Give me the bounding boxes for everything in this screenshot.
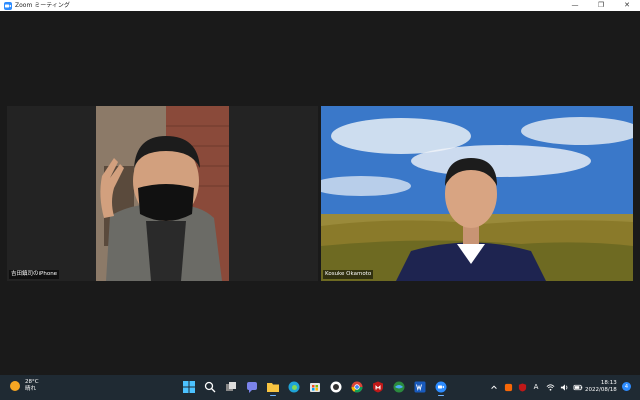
participant-tile-okamoto[interactable]: Kosuke Okamoto (321, 106, 633, 281)
volume-icon[interactable] (558, 381, 570, 393)
taskbar: 28°C 晴れ A 18:13 2022/08/18 4 (0, 375, 640, 400)
participant-video-okamoto (321, 106, 633, 281)
mcafee-icon[interactable] (369, 378, 387, 396)
weather-temp: 28°C (25, 379, 39, 385)
taskbar-apps (180, 378, 453, 396)
close-button[interactable]: ✕ (614, 0, 640, 11)
teams-chat-icon[interactable] (243, 378, 261, 396)
weather-condition: 晴れ (25, 386, 37, 392)
title-bar: Zoom ミーティング — ❐ ✕ (0, 0, 640, 11)
minimize-button[interactable]: — (562, 0, 588, 11)
word-icon[interactable] (411, 378, 429, 396)
maps-icon[interactable] (390, 378, 408, 396)
zoom-app-icon[interactable] (432, 378, 450, 396)
chevron-up-icon[interactable] (488, 381, 500, 393)
store-icon[interactable] (306, 378, 324, 396)
file-explorer-icon[interactable] (264, 378, 282, 396)
app-icon[interactable] (327, 378, 345, 396)
sun-icon (10, 381, 20, 391)
participant-video-yoshida (96, 106, 229, 281)
weather-widget[interactable]: 28°C 晴れ (10, 379, 39, 393)
participant-name-okamoto: Kosuke Okamoto (323, 270, 374, 279)
zoom-logo-icon (4, 1, 12, 10)
restore-button[interactable]: ❐ (588, 0, 614, 11)
mcafee-tray-icon[interactable] (516, 381, 528, 393)
meeting-area: 吉田鎮司のiPhone Kosuke Okamoto (0, 11, 640, 375)
participant-name-yoshida: 吉田鎮司のiPhone (9, 270, 60, 279)
battery-icon[interactable] (572, 381, 584, 393)
search-icon[interactable] (201, 378, 219, 396)
ime-indicator[interactable]: A (530, 381, 542, 393)
window-controls: — ❐ ✕ (562, 0, 640, 11)
wifi-icon[interactable] (544, 381, 556, 393)
notification-badge[interactable]: 4 (622, 382, 631, 391)
edge-icon[interactable] (285, 378, 303, 396)
clock-date: 2022/08/18 (585, 387, 617, 393)
taskbar-clock[interactable]: 18:13 2022/08/18 (585, 380, 617, 394)
participant-tile-yoshida[interactable]: 吉田鎮司のiPhone (7, 106, 318, 281)
window-title: Zoom ミーティング (15, 2, 70, 9)
system-tray: A (488, 381, 586, 393)
clock-time: 18:13 (600, 380, 617, 386)
start-icon[interactable] (180, 378, 198, 396)
antivirus-tray-icon[interactable] (502, 381, 514, 393)
chrome-icon[interactable] (348, 378, 366, 396)
task-view-icon[interactable] (222, 378, 240, 396)
